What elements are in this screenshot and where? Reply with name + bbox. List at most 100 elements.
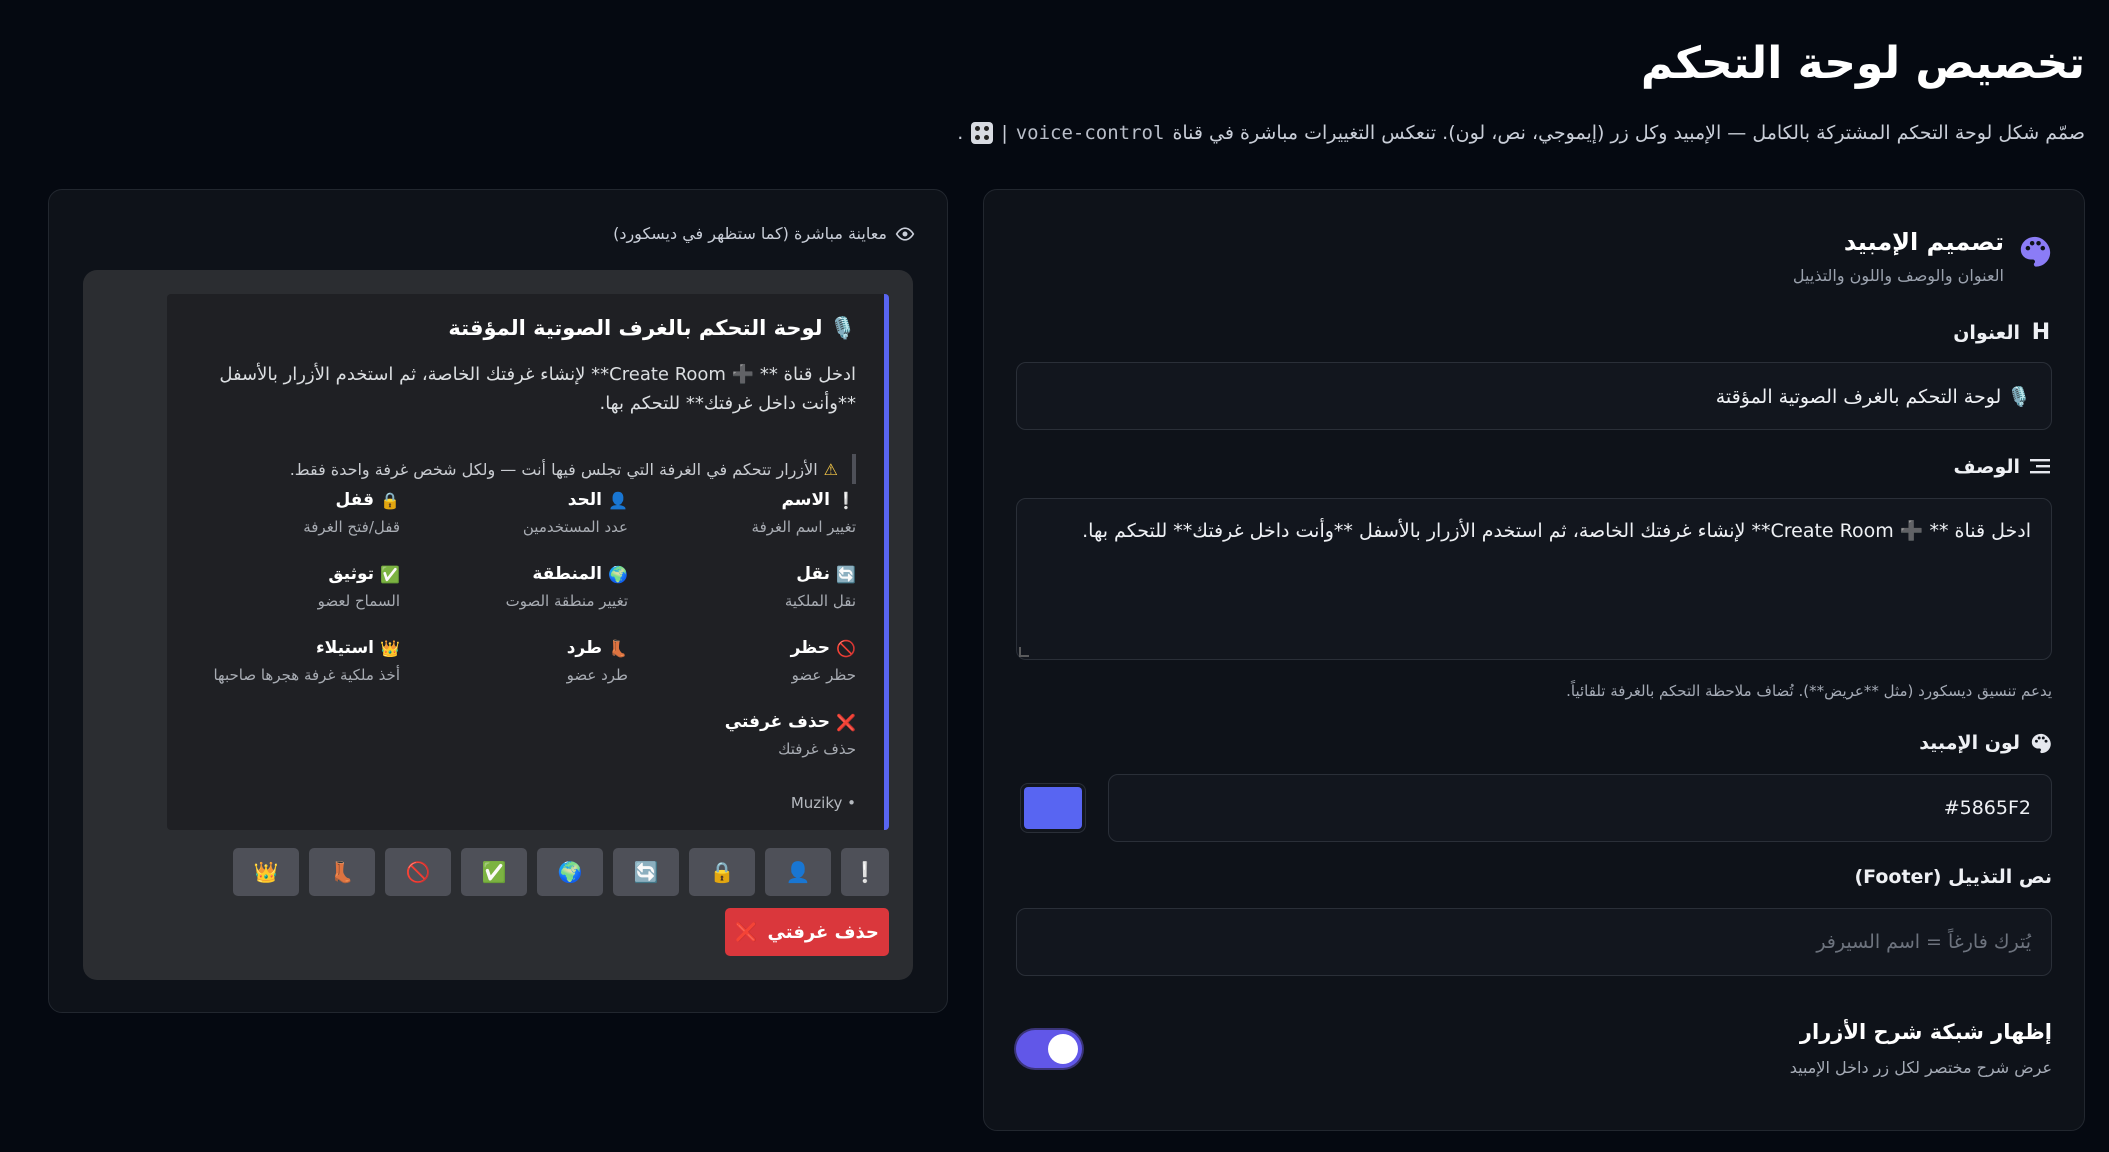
channel-separator: | xyxy=(1001,122,1008,144)
grid-item-region-desc: تغيير منطقة الصوت xyxy=(505,592,628,610)
grid-item-claim-label: استيلاء xyxy=(315,638,374,658)
footer-placeholder: يُترك فارغاً = اسم السيرفر xyxy=(1816,931,2031,953)
delete-room-label: حذف غرفتي xyxy=(767,921,879,943)
grid-item-limit-label: الحد xyxy=(567,490,602,510)
grid-item-limit: 👤 الحد عدد المستخدمين xyxy=(408,490,628,536)
color-picker[interactable] xyxy=(1020,783,1086,833)
grid-item-delete: ❌ حذف غرفتي حذف غرفتك xyxy=(636,712,856,758)
grid-item-transfer-label: نقل xyxy=(796,564,830,584)
embed-preview-quote: ⚠ الأزرار تتحكم في الغرفة التي تجلس فيها… xyxy=(290,454,856,484)
grid-item-verify: ✅ توثيق السماح لعضو xyxy=(180,564,400,610)
kick-button[interactable]: 👢 xyxy=(309,848,375,896)
embed-desc-line2: **وأنت داخل غرفتك** للتحكم بها. xyxy=(599,393,856,414)
grid-item-lock-desc: قفل/فتح الغرفة xyxy=(303,518,400,536)
grid-item-kick-desc: طرد عضو xyxy=(566,666,628,684)
heading-icon: H xyxy=(2031,320,2051,345)
embed-description-textarea[interactable]: ادخل قناة ** ➕ Create Room** لإنشاء غرفت… xyxy=(1016,498,2052,660)
grid-item-verify-desc: السماح لعضو xyxy=(317,592,400,610)
live-preview-panel: معاينة مباشرة (كما ستظهر في ديسكورد) 🎙️ … xyxy=(48,189,948,1013)
claim-button[interactable]: 👑 xyxy=(233,848,299,896)
eye-icon xyxy=(895,226,915,241)
discord-message-preview: 🎙️ لوحة التحكم بالغرف الصوتية المؤقتة اد… xyxy=(83,270,913,980)
align-right-icon xyxy=(2030,459,2050,474)
color-swatch-fill xyxy=(1024,787,1082,829)
check-icon: ✅ xyxy=(380,564,400,584)
ban-button[interactable]: 🚫 xyxy=(385,848,451,896)
boot-icon: 👢 xyxy=(608,638,628,658)
embed-design-subtitle: العنوان والوصف واللون والتذييل xyxy=(1792,266,2004,285)
button-grid-toggle-title: إظهار شبكة شرح الأزرار xyxy=(1799,1020,2052,1044)
grid-item-ban-desc: حظر عضو xyxy=(791,666,856,684)
transfer-button[interactable]: 🔄 xyxy=(613,848,679,896)
grid-item-verify-label: توثيق xyxy=(328,564,374,584)
grid-item-name-desc: تغيير اسم الغرفة xyxy=(751,518,856,536)
globe-icon: 🌍 xyxy=(608,564,628,584)
cross-mark-icon: ❌ xyxy=(836,712,856,732)
grid-item-lock-label: قفل xyxy=(335,490,374,510)
description-label-text: الوصف xyxy=(1953,456,2020,478)
warning-icon: ⚠ xyxy=(823,459,838,479)
grid-item-transfer: 🔄 نقل نقل الملكية xyxy=(636,564,856,610)
grid-item-claim-desc: أخذ ملكية غرفة هجرها صاحبها xyxy=(213,666,400,684)
region-button[interactable]: 🌍 xyxy=(537,848,603,896)
embed-title-value: 🎙️ لوحة التحكم بالغرف الصوتية المؤقتة xyxy=(1715,385,2031,408)
grid-item-delete-label: حذف غرفتي xyxy=(724,712,830,732)
color-hex-input[interactable]: #5865F2 xyxy=(1108,774,2052,842)
embed-design-header: تصميم الإمبيد العنوان والوصف واللون والت… xyxy=(1793,228,2052,285)
control-buttons-row: ❕ 👤 🔒 🔄 🌍 ✅ 🚫 👢 👑 xyxy=(233,848,889,896)
grid-item-limit-desc: عدد المستخدمين xyxy=(522,518,628,536)
title-field-label: H العنوان xyxy=(1953,320,2052,345)
embed-settings-panel: تصميم الإمبيد العنوان والوصف واللون والت… xyxy=(983,189,2085,1131)
embed-title-input[interactable]: 🎙️ لوحة التحكم بالغرف الصوتية المؤقتة xyxy=(1016,362,2052,430)
color-field-label: لون الإمبيد xyxy=(1919,732,2052,754)
grid-item-name: ❕ الاسم تغيير اسم الغرفة xyxy=(636,490,856,536)
color-label-text: لون الإمبيد xyxy=(1919,732,2020,754)
embed-description-value: ادخل قناة ** ➕ Create Room** لإنشاء غرفت… xyxy=(1082,520,2031,542)
palette-icon xyxy=(2020,236,2051,267)
grid-item-name-label: الاسم xyxy=(781,490,830,510)
quote-text: الأزرار تتحكم في الغرفة التي تجلس فيها أ… xyxy=(289,459,818,479)
lock-button[interactable]: 🔒 xyxy=(689,848,755,896)
limit-button[interactable]: 👤 xyxy=(765,848,831,896)
grid-item-lock: 🔒 قفل قفل/فتح الغرفة xyxy=(180,490,400,536)
subtitle-end: . xyxy=(957,122,964,144)
grid-item-region-label: المنطقة xyxy=(532,564,602,584)
page-title: تخصيص لوحة التحكم xyxy=(1640,38,2085,89)
transfer-icon: 🔄 xyxy=(836,564,856,584)
cross-icon: ❌ xyxy=(735,921,758,943)
footer-label-text: نص التذييل (Footer) xyxy=(1854,866,2052,888)
grid-item-ban: 🚫 حظر حظر عضو xyxy=(636,638,856,684)
lock-icon: 🔒 xyxy=(380,490,400,510)
palette-small-icon xyxy=(2031,733,2051,754)
grid-item-kick-label: طرد xyxy=(566,638,602,658)
rename-button[interactable]: ❕ xyxy=(841,848,889,896)
footer-input[interactable]: يُترك فارغاً = اسم السيرفر xyxy=(1016,908,2052,976)
title-label-text: العنوان xyxy=(1953,321,2020,344)
resize-handle[interactable] xyxy=(1019,647,1029,657)
subtitle-text: صمّم شكل لوحة التحكم المشتركة بالكامل — … xyxy=(1172,122,2085,144)
preview-label: معاينة مباشرة (كما ستظهر في ديسكورد) xyxy=(613,224,915,243)
permit-button[interactable]: ✅ xyxy=(461,848,527,896)
grid-item-transfer-desc: نقل الملكية xyxy=(784,592,856,610)
description-help-text: يدعم تنسيق ديسكورد (مثل **عريض**). تُضاف… xyxy=(1566,682,2052,700)
embed-preview-title: 🎙️ لوحة التحكم بالغرف الصوتية المؤقتة xyxy=(448,316,856,340)
user-icon: 👤 xyxy=(608,490,628,510)
embed-preview-footer: • Muziky xyxy=(790,794,856,812)
grid-item-delete-desc: حذف غرفتك xyxy=(778,740,856,758)
footer-field-label: نص التذييل (Footer) xyxy=(1854,866,2052,888)
button-grid-toggle[interactable] xyxy=(1016,1030,1082,1068)
grid-item-claim: 👑 استيلاء أخذ ملكية غرفة هجرها صاحبها xyxy=(160,638,400,684)
toggle-knob xyxy=(1048,1034,1078,1064)
channel-code: voice-control xyxy=(1015,122,1165,144)
preview-label-text: معاينة مباشرة (كما ستظهر في ديسكورد) xyxy=(613,224,887,243)
embed-card: 🎙️ لوحة التحكم بالغرف الصوتية المؤقتة اد… xyxy=(167,294,889,830)
embed-desc-line1: ادخل قناة ** ➕ Create Room** لإنشاء غرفت… xyxy=(219,364,856,385)
grid-item-region: 🌍 المنطقة تغيير منطقة الصوت xyxy=(408,564,628,610)
color-hex-value: #5865F2 xyxy=(1943,797,2031,819)
exclamation-icon: ❕ xyxy=(836,490,856,510)
embed-design-title: تصميم الإمبيد xyxy=(1843,228,2004,256)
button-grid-toggle-subtitle: عرض شرح مختصر لكل زر داخل الإمبيد xyxy=(1789,1058,2052,1077)
delete-room-button[interactable]: حذف غرفتي ❌ xyxy=(725,908,889,956)
grid-item-kick: 👢 طرد طرد عضو xyxy=(408,638,628,684)
grid-item-ban-label: حظر xyxy=(790,638,830,658)
